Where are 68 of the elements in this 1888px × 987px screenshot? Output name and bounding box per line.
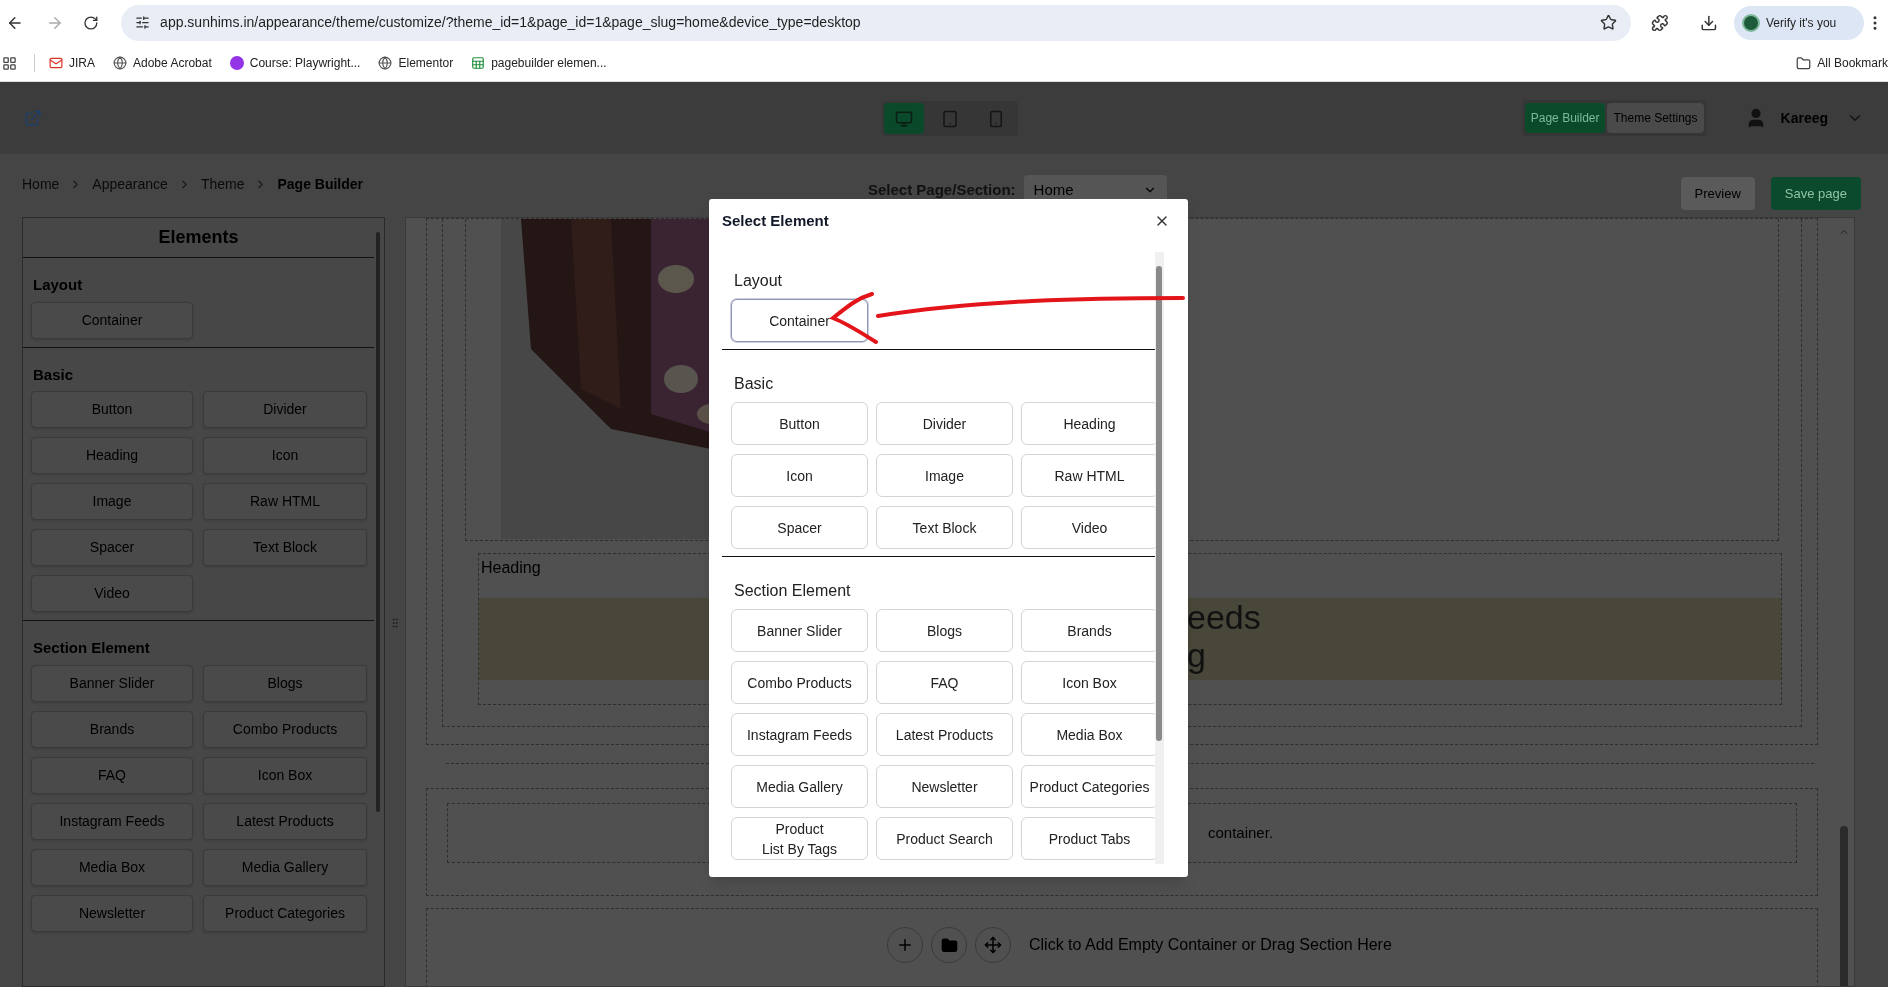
element-button[interactable]: FAQ — [876, 661, 1013, 704]
dialog-title: Select Element — [722, 210, 829, 231]
element-button[interactable]: Button — [731, 402, 868, 445]
element-button[interactable]: Raw HTML — [1021, 454, 1158, 497]
element-button[interactable]: Latest Products — [876, 713, 1013, 756]
plus-icon — [896, 936, 914, 954]
element-button[interactable]: Media Gallery — [731, 765, 868, 808]
section-title: Section Element — [33, 638, 151, 658]
star-icon[interactable] — [1599, 14, 1617, 31]
section-title: Layout — [33, 275, 84, 295]
mail-icon — [49, 56, 63, 70]
sheet-icon — [471, 56, 486, 70]
element-button[interactable]: Product Categories — [1021, 765, 1158, 808]
bookmark[interactable]: Adobe Acrobat — [113, 54, 212, 72]
reload-icon[interactable] — [83, 14, 100, 31]
folder-icon — [1796, 55, 1812, 71]
element-button[interactable]: Divider — [876, 402, 1013, 445]
tablet-icon — [941, 109, 959, 128]
bookmark[interactable]: pagebuilder elemen... — [471, 54, 607, 72]
site-settings-icon[interactable] — [135, 15, 151, 30]
section-title: Layout — [734, 271, 784, 291]
element-button[interactable]: Heading — [1021, 402, 1158, 445]
scrollbar-thumb[interactable] — [1840, 826, 1848, 986]
scrollbar[interactable] — [1155, 252, 1164, 864]
apps-icon[interactable] — [2, 55, 17, 71]
drag-handle-icon[interactable] — [389, 617, 401, 629]
extensions-icon[interactable] — [1650, 13, 1669, 32]
save-button[interactable]: Save page — [1770, 177, 1861, 210]
element-button[interactable]: Video — [1021, 506, 1158, 549]
panel-title: Elements — [23, 218, 374, 258]
download-icon[interactable] — [1700, 13, 1718, 32]
heading-text: Heading — [481, 558, 542, 578]
element-button[interactable]: Text Block — [876, 506, 1013, 549]
globe-icon — [113, 56, 127, 70]
url-text: app.sunhims.in/appearance/theme/customize/?theme_id=1&page_id=1&page_slug=home&device_type=desktop — [160, 13, 862, 32]
container-note: container. — [1208, 822, 1274, 843]
element-button[interactable]: Product List By Tags — [731, 817, 868, 860]
element-button[interactable]: Combo Products — [731, 661, 868, 704]
profile-button[interactable]: Verify it's you — [1733, 5, 1864, 40]
section-title: Basic — [734, 374, 775, 394]
bookmark[interactable]: JIRA — [49, 54, 95, 72]
globe-icon — [378, 56, 393, 70]
section-title: Basic — [33, 364, 75, 385]
device-toggle[interactable] — [884, 103, 924, 134]
element-button[interactable]: Newsletter — [876, 765, 1013, 808]
element-button[interactable]: Instagram Feeds — [731, 713, 868, 756]
address-bar[interactable]: app.sunhims.in/appearance/theme/customize/?theme_id=1&page_id=1&page_slug=home&device_type=desktop — [121, 4, 1631, 41]
element-button[interactable]: Blogs — [876, 609, 1013, 652]
phone-icon — [987, 109, 1005, 128]
mode-tab[interactable]: Page Builder — [1524, 103, 1606, 133]
all-bookmarks[interactable]: All Bookmark — [1796, 54, 1888, 72]
element-button[interactable]: Icon Box — [1021, 661, 1158, 704]
element-button[interactable]: Product Search — [876, 817, 1013, 860]
bookmark[interactable]: Course: Playwright... — [229, 54, 361, 72]
monitor-icon — [895, 109, 913, 128]
folder-icon — [940, 936, 958, 954]
element-button[interactable]: Icon — [731, 454, 868, 497]
section-title: Section Element — [734, 581, 852, 601]
element-button[interactable]: Banner Slider — [731, 609, 868, 652]
element-button[interactable]: Media Box — [1021, 713, 1158, 756]
element-button[interactable]: Spacer — [731, 506, 868, 549]
element-button[interactable]: Container — [731, 299, 868, 342]
element-button[interactable]: Product Tabs — [1021, 817, 1158, 860]
element-button[interactable]: Brands — [1021, 609, 1158, 652]
element-button[interactable]: Image — [876, 454, 1013, 497]
move-icon — [984, 936, 1002, 954]
avatar-icon — [1741, 13, 1760, 32]
bookmark[interactable]: Elementor — [378, 54, 454, 72]
